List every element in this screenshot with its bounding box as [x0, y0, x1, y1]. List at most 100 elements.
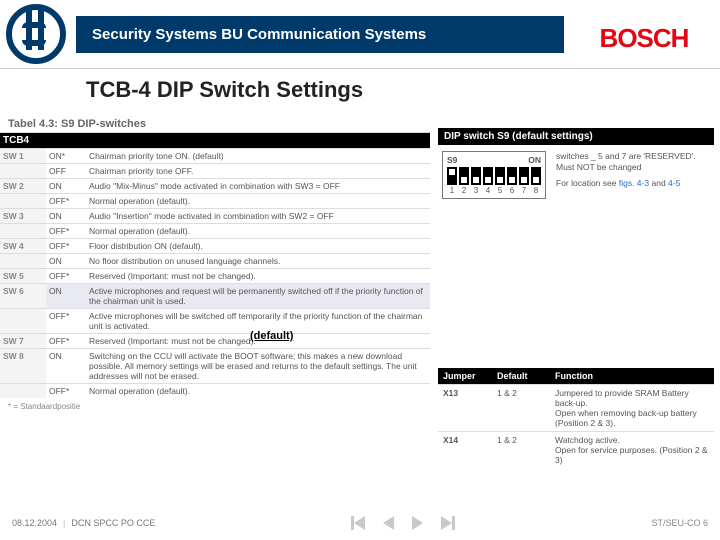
- dip-switch-6: [507, 167, 517, 185]
- dip-switch-diagram: S9 ON 12345678: [442, 151, 546, 199]
- dip-number-label: 8: [531, 186, 541, 195]
- table-row: SW 1ON*Chairman priority tone ON. (defau…: [0, 149, 430, 164]
- jumper-table-wrap: Jumper Default Function X131 & 2Jumpered…: [438, 368, 714, 468]
- table-row: ONNo floor distribution on unused langua…: [0, 254, 430, 269]
- switch-id: SW 1: [0, 149, 46, 164]
- jumper-th-jumper: Jumper: [438, 368, 492, 385]
- page-title: TCB-4 DIP Switch Settings: [86, 77, 720, 103]
- switch-state: ON: [46, 254, 86, 269]
- jumper-function: Jumpered to provide SRAM Battery back-up…: [550, 385, 714, 432]
- switch-desc: Chairman priority tone OFF.: [86, 164, 430, 179]
- dip-panel-header: DIP switch S9 (default settings): [438, 128, 714, 145]
- jumper-default: 1 & 2: [492, 385, 550, 432]
- jumper-name: X13: [438, 385, 492, 432]
- table-row: OFF*Normal operation (default).: [0, 194, 430, 209]
- header-title: Security Systems BU Communication System…: [76, 16, 564, 53]
- switch-desc: Reserved (Important: must not be changed…: [86, 269, 430, 284]
- switch-state: OFF*: [46, 269, 86, 284]
- switch-desc: Chairman priority tone ON. (default): [86, 149, 430, 164]
- switch-id: SW 5: [0, 269, 46, 284]
- table-row: SW 2ONAudio "Mix-Minus" mode activated i…: [0, 179, 430, 194]
- switch-id: SW 3: [0, 209, 46, 224]
- nav-first-icon[interactable]: [351, 516, 365, 530]
- board-label: TCB4: [0, 133, 430, 149]
- dip-number-label: 4: [483, 186, 493, 195]
- switch-state: OFF*: [46, 334, 86, 349]
- table-row: X131 & 2Jumpered to provide SRAM Battery…: [438, 385, 714, 432]
- jumper-function: Watchdog active.Open for service purpose…: [550, 432, 714, 469]
- switch-id: [0, 164, 46, 179]
- dip-switch-7: [519, 167, 529, 185]
- dip-number-label: 1: [447, 186, 457, 195]
- switch-desc: Normal operation (default).: [86, 224, 430, 239]
- dip-note-line: For location see: [556, 178, 616, 188]
- bosch-logo-icon: [6, 4, 66, 64]
- switch-state: OFF*: [46, 224, 86, 239]
- switch-desc: Audio "Insertion" mode activated in comb…: [86, 209, 430, 224]
- switch-state: ON*: [46, 149, 86, 164]
- table-row: SW 3ONAudio "Insertion" mode activated i…: [0, 209, 430, 224]
- table-row: SW 5OFF*Reserved (Important: must not be…: [0, 269, 430, 284]
- dip-switch-1: [447, 167, 457, 185]
- switch-desc: Switching on the CCU will activate the B…: [86, 349, 430, 384]
- table-row: OFF*Active microphones will be switched …: [0, 309, 430, 334]
- dip-note-line: switches _ 5 and 7 are 'RESERVED'.: [556, 151, 696, 162]
- switch-id: [0, 384, 46, 399]
- switch-id: [0, 224, 46, 239]
- table-row: SW 8ONSwitching on the CCU will activate…: [0, 349, 430, 384]
- dip-note-line: Must NOT be changed: [556, 162, 696, 173]
- nav-prev-icon[interactable]: [383, 516, 394, 530]
- switch-desc: No floor distribution on unused language…: [86, 254, 430, 269]
- switch-state: ON: [46, 284, 86, 309]
- switch-desc: Normal operation (default).: [86, 194, 430, 209]
- switch-state: OFF*: [46, 194, 86, 209]
- footer-doc: DCN SPCC PO CCE: [71, 518, 155, 528]
- switch-id: [0, 194, 46, 209]
- switch-state: ON: [46, 179, 86, 194]
- dip-panel-note: switches _ 5 and 7 are 'RESERVED'. Must …: [556, 151, 696, 189]
- figure-link[interactable]: 4-5: [668, 178, 680, 188]
- switch-id: [0, 309, 46, 334]
- dip-switch-table: TCB4 SW 1ON*Chairman priority tone ON. (…: [0, 132, 430, 398]
- dip-switch-2: [459, 167, 469, 185]
- dip-number-label: 3: [471, 186, 481, 195]
- bosch-wordmark: BOSCH: [564, 15, 720, 54]
- switch-state: OFF*: [46, 384, 86, 399]
- nav-controls: [351, 516, 455, 530]
- switch-state: ON: [46, 349, 86, 384]
- table-row: OFFChairman priority tone OFF.: [0, 164, 430, 179]
- dip-switch-3: [471, 167, 481, 185]
- table-row: SW 7OFF*Reserved (Important: must not be…: [0, 334, 430, 349]
- dip-on-label: ON: [528, 155, 541, 165]
- switch-id: SW 4: [0, 239, 46, 254]
- dip-number-label: 2: [459, 186, 469, 195]
- table-row: SW 6ONActive microphones and request wil…: [0, 284, 430, 309]
- table-row: X141 & 2Watchdog active.Open for service…: [438, 432, 714, 469]
- switch-id: SW 8: [0, 349, 46, 384]
- dip-switch-4: [483, 167, 493, 185]
- default-overlay-label: (default): [250, 330, 293, 342]
- nav-next-icon[interactable]: [412, 516, 423, 530]
- table-row: OFF*Normal operation (default).: [0, 384, 430, 399]
- dip-number-label: 5: [495, 186, 505, 195]
- switch-id: SW 7: [0, 334, 46, 349]
- dip-name: S9: [447, 155, 457, 165]
- switch-state: OFF*: [46, 239, 86, 254]
- jumper-table: Jumper Default Function X131 & 2Jumpered…: [438, 368, 714, 468]
- nav-last-icon[interactable]: [441, 516, 455, 530]
- footer-slide-id: ST/SEU-CO 6: [651, 518, 708, 528]
- switch-desc: Normal operation (default).: [86, 384, 430, 399]
- dip-number-label: 7: [519, 186, 529, 195]
- table-row: SW 4OFF*Floor distribution ON (default).: [0, 239, 430, 254]
- switch-desc: Active microphones and request will be p…: [86, 284, 430, 309]
- dip-switch-panel: DIP switch S9 (default settings) S9 ON 1…: [438, 128, 714, 205]
- switch-id: SW 2: [0, 179, 46, 194]
- jumper-th-default: Default: [492, 368, 550, 385]
- footer-date: 08.12.2004: [12, 518, 57, 528]
- switch-state: OFF: [46, 164, 86, 179]
- jumper-default: 1 & 2: [492, 432, 550, 469]
- dip-switch-5: [495, 167, 505, 185]
- switch-state: ON: [46, 209, 86, 224]
- switch-state: OFF*: [46, 309, 86, 334]
- figure-link[interactable]: figs. 4-3: [619, 178, 649, 188]
